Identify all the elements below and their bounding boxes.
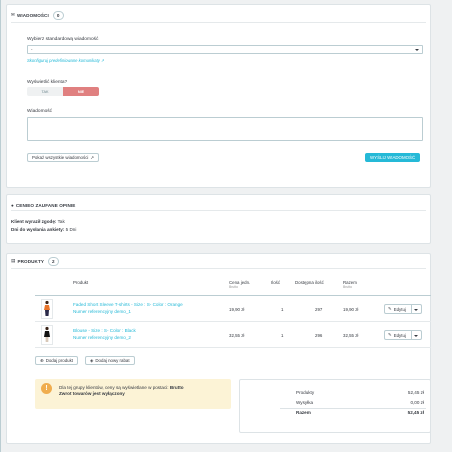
plus-circle-icon: ⊕: [40, 357, 44, 363]
blouse-image-icon: [44, 326, 50, 342]
col-product: Produkt: [73, 280, 89, 285]
table-row: Faded Short Sleeve T-shirts - Size : S- …: [35, 296, 431, 322]
message-textarea[interactable]: [27, 117, 423, 141]
survey-days-row: Dni do wysłania ankiety: 5 Dni: [11, 227, 77, 232]
send-message-button[interactable]: WYŚLIJ WIADOMOŚĆ: [365, 153, 421, 162]
totals-grand-row: Razem 52,45 zł: [296, 410, 424, 415]
reviews-panel: ● CENIEO ZAUFANE OPINIE Klient wyraził z…: [6, 194, 431, 244]
chevron-down-icon: [413, 334, 418, 337]
col-unit-price: Cena jedn. Brutto: [229, 280, 251, 289]
user-icon: ●: [11, 202, 14, 208]
divider: [11, 268, 426, 269]
edit-button-group: ✎ Edytuj: [384, 330, 422, 340]
add-product-button[interactable]: ⊕ Dodaj produkt: [35, 356, 79, 365]
price-display-alert: ! Dla tej grupy klientów, ceny są wyświe…: [35, 379, 231, 409]
tshirt-image-icon: [44, 300, 50, 316]
col-available: Dostępna ilość: [295, 280, 324, 285]
edit-button-group: ✎ Edytuj: [384, 304, 422, 314]
col-total: Razem Brutto: [343, 280, 357, 289]
warning-icon: !: [41, 383, 52, 394]
edit-button[interactable]: ✎ Edytuj: [385, 332, 409, 338]
tag-icon: ◈: [90, 357, 94, 363]
standard-message-label: Wybierz standardową wiadomość: [27, 37, 99, 42]
pencil-icon: ✎: [388, 332, 392, 337]
message-label: Wiadomość: [27, 109, 53, 114]
messages-count-badge: 0: [52, 10, 64, 20]
table-row: Blouse - Size : S- Color : Black Numer r…: [35, 322, 431, 348]
col-qty: Ilość: [271, 280, 281, 285]
product-link[interactable]: Blouse - Size : S- Color : Black Numer r…: [73, 328, 223, 341]
standard-message-select[interactable]: -: [27, 45, 423, 54]
qty: 1: [281, 333, 284, 338]
totals-shipping-row: Wysyłka 0,00 zł: [296, 400, 424, 405]
product-thumbnail: [41, 299, 53, 319]
products-panel-title: ▤ PRODUKTY 2: [11, 256, 59, 266]
chevron-down-icon: [413, 308, 418, 311]
cart-icon: ▤: [11, 258, 16, 263]
divider: [280, 408, 426, 409]
available-qty: 296: [315, 333, 323, 338]
edit-dropdown-toggle[interactable]: [410, 305, 421, 313]
unit-price: 32,55 zł: [229, 333, 245, 338]
show-all-messages-button[interactable]: Pokaż wszystkie wiadomości ↗: [27, 153, 100, 162]
qty: 1: [281, 307, 284, 312]
products-panel: ▤ PRODUKTY 2 Produkt Cena jedn. Brutto I…: [6, 253, 431, 444]
row-total: 32,55 zł: [343, 333, 359, 338]
available-qty: 297: [315, 307, 323, 312]
reviews-panel-title: ● CENIEO ZAUFANE OPINIE: [11, 202, 76, 208]
messages-panel-title: ✉ WIADOMOŚCI 0: [11, 10, 64, 20]
divider: [11, 22, 426, 23]
order-totals: Produkty 52,45 zł Wysyłka 0,00 zł Razem …: [239, 379, 431, 433]
external-link-icon: ↗: [101, 58, 105, 63]
consent-row: Klient wyraził zgodę: Tak: [11, 219, 65, 224]
products-count-badge: 2: [48, 256, 59, 266]
external-link-icon: ↗: [90, 154, 95, 160]
product-thumbnail: [41, 325, 53, 345]
chevron-down-icon: [415, 49, 419, 51]
add-discount-button[interactable]: ◈ Dodaj nowy rabat: [85, 356, 135, 365]
unit-price: 19,90 zł: [229, 307, 245, 312]
edit-button[interactable]: ✎ Edytuj: [385, 306, 409, 312]
left-border: [0, 0, 1, 452]
configure-messages-link[interactable]: Skonfiguruj predefiniowane komunikaty ↗: [27, 58, 105, 63]
product-link[interactable]: Faded Short Sleeve T-shirts - Size : S- …: [73, 302, 223, 315]
divider: [11, 210, 426, 211]
pencil-icon: ✎: [388, 306, 392, 311]
toggle-no[interactable]: NIE: [63, 87, 99, 96]
row-total: 19,90 zł: [343, 307, 359, 312]
messages-panel: ✉ WIADOMOŚCI 0 Wybierz standardową wiado…: [6, 4, 431, 188]
totals-products-row: Produkty 52,45 zł: [296, 390, 424, 395]
envelope-icon: ✉: [11, 12, 15, 17]
show-client-toggle[interactable]: TAK NIE: [27, 87, 99, 96]
toggle-yes[interactable]: TAK: [27, 87, 63, 96]
edit-dropdown-toggle[interactable]: [410, 331, 421, 339]
show-client-label: Wyświetlić klienta?: [27, 80, 68, 85]
